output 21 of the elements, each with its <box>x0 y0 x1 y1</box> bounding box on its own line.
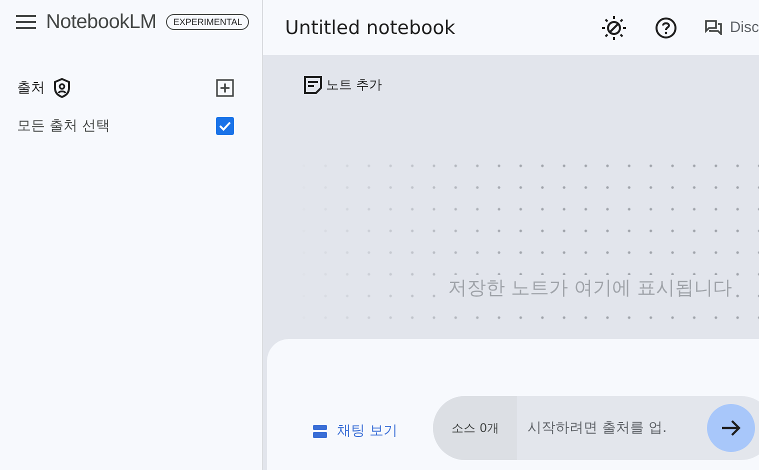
add-note-button[interactable]: 노트 추가 <box>303 75 382 95</box>
discord-link[interactable]: Disc <box>730 19 759 36</box>
send-button[interactable] <box>707 404 756 452</box>
notebook-title[interactable]: Untitled notebook <box>285 16 601 38</box>
note-icon <box>303 75 323 95</box>
app-name: NotebookLM <box>46 10 156 34</box>
theme-icon[interactable] <box>600 14 627 40</box>
panels-icon <box>313 424 327 438</box>
view-chat-button[interactable]: 채팅 보기 <box>313 422 398 440</box>
sources-title: 출처 <box>17 79 45 97</box>
experimental-badge: EXPERIMENTAL <box>166 14 250 30</box>
select-all-label: 모든 출처 선택 <box>17 117 110 135</box>
select-all-checkbox[interactable] <box>216 117 234 135</box>
help-icon[interactable] <box>654 16 677 38</box>
chat-input-field[interactable]: 시작하려면 출처를 업. <box>525 419 700 437</box>
menu-icon[interactable] <box>16 15 36 29</box>
arrow-icon <box>721 419 742 437</box>
source-count: 소스 0개 <box>433 396 518 460</box>
shield-icon[interactable] <box>53 78 71 98</box>
add-source-icon[interactable] <box>216 79 234 97</box>
chat-bubbles-icon[interactable] <box>704 20 722 35</box>
